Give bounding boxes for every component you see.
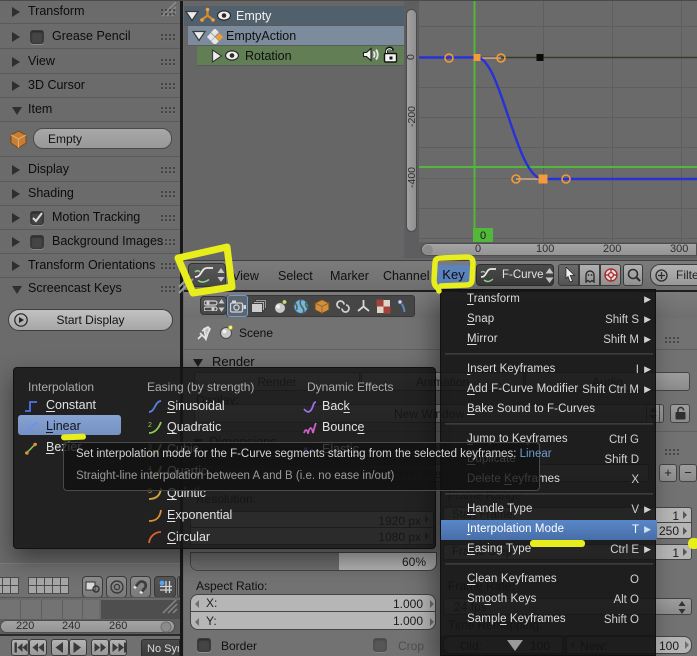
- svg-text:2: 2: [148, 422, 152, 429]
- svg-text:0: 0: [480, 230, 486, 242]
